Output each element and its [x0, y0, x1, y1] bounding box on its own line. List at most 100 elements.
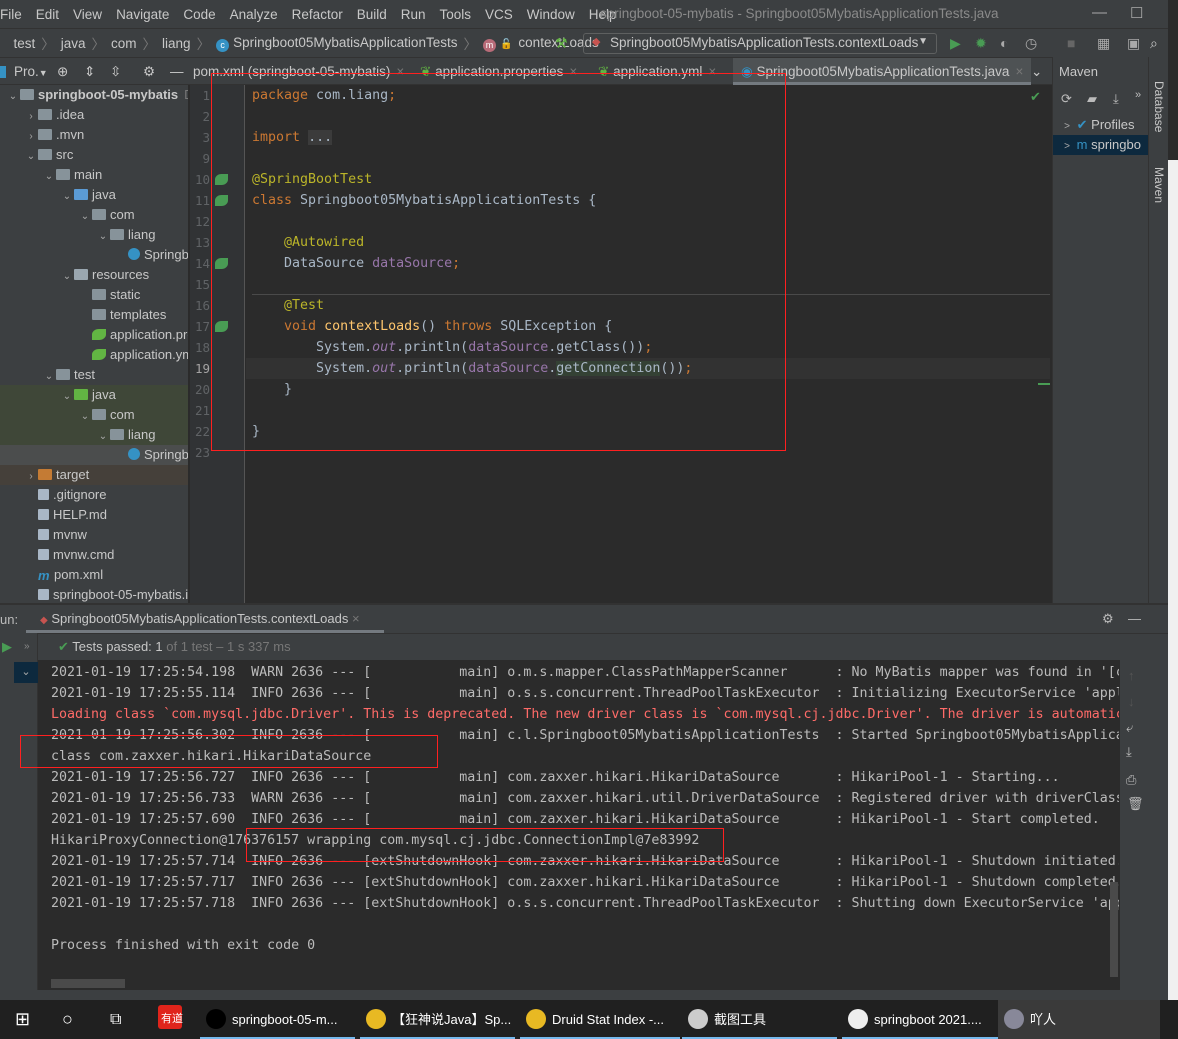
- database-tool-button[interactable]: Database: [1152, 81, 1166, 132]
- tree-item-java[interactable]: ⌄ java: [0, 185, 188, 205]
- editor-tab[interactable]: pom.xml (springboot-05-mybatis) ×: [193, 58, 404, 85]
- tree-item-springboot-05-mybatis[interactable]: ⌄ springboot-05-mybatis D:: [0, 85, 188, 105]
- autowired-bean-icon[interactable]: [215, 258, 228, 269]
- breadcrumb-item[interactable]: liang: [162, 36, 191, 51]
- tree-item-liang[interactable]: ⌄ liang: [0, 425, 188, 445]
- tree-item--idea[interactable]: › .idea: [0, 105, 188, 125]
- run-configuration-select[interactable]: ◆ Springboot05MybatisApplicationTests.co…: [583, 33, 937, 54]
- tree-item-mvnw[interactable]: mvnw: [0, 525, 188, 545]
- menu-tools[interactable]: Tools: [433, 7, 479, 22]
- more-icon[interactable]: »: [1135, 89, 1141, 101]
- console-horizontal-scrollbar[interactable]: [51, 979, 125, 988]
- menu-refactor[interactable]: Refactor: [285, 7, 350, 22]
- tree-item-mvnw-cmd[interactable]: mvnw.cmd: [0, 545, 188, 565]
- cortana-icon[interactable]: ○: [62, 1000, 73, 1039]
- coverage-icon[interactable]: ◐: [1000, 35, 1008, 51]
- editor-tab[interactable]: ◉ Springboot05MybatisApplicationTests.ja…: [733, 58, 1032, 85]
- hide-icon[interactable]: —: [170, 58, 184, 85]
- down-arrow-icon[interactable]: ↓: [1128, 694, 1135, 709]
- print-icon[interactable]: ⎙: [1126, 772, 1136, 788]
- menu-run[interactable]: Run: [394, 7, 433, 22]
- breadcrumb-item[interactable]: java: [61, 36, 86, 51]
- download-icon[interactable]: ⤓: [1113, 91, 1119, 107]
- tree-item-pom-xml[interactable]: m pom.xml: [0, 565, 188, 585]
- tree-item--gitignore[interactable]: .gitignore: [0, 485, 188, 505]
- tree-item-java[interactable]: ⌄ java: [0, 385, 188, 405]
- reload-icon[interactable]: ⟳: [1061, 91, 1072, 107]
- tree-item-static[interactable]: static: [0, 285, 188, 305]
- taskbar-item-youdao[interactable]: 有道: [152, 1000, 192, 1039]
- debug-icon[interactable]: ✹: [975, 35, 987, 52]
- console-vertical-scrollbar[interactable]: [1110, 882, 1118, 977]
- menu-analyze[interactable]: Analyze: [223, 7, 285, 22]
- menu-vcs[interactable]: VCS: [478, 7, 520, 22]
- tree-item--mvn[interactable]: › .mvn: [0, 125, 188, 145]
- tree-item-application-yml[interactable]: application.yml: [0, 345, 188, 365]
- spring-bean-icon[interactable]: [215, 174, 228, 185]
- minimize-button[interactable]: —: [1092, 4, 1107, 21]
- gear-icon[interactable]: ⚙: [143, 58, 155, 85]
- breadcrumb-item[interactable]: m 🔓 contextLoads: [482, 35, 599, 52]
- tree-item-help-md[interactable]: HELP.md: [0, 505, 188, 525]
- run-tab[interactable]: ◆ Springboot05MybatisApplicationTests.co…: [26, 605, 384, 633]
- breadcrumb-item[interactable]: c Springboot05MybatisApplicationTests: [216, 35, 457, 52]
- tree-item-springbo[interactable]: Springbo: [0, 245, 188, 265]
- close-tab-icon[interactable]: ×: [569, 64, 577, 79]
- soft-wrap-icon[interactable]: ⤶: [1126, 720, 1133, 736]
- maven-tool-button[interactable]: Maven: [1152, 167, 1166, 203]
- windows-start-icon[interactable]: ⊞: [15, 1000, 30, 1039]
- project-view-selector[interactable]: Pro.▼: [14, 58, 48, 85]
- tree-item-liang[interactable]: ⌄ liang: [0, 225, 188, 245]
- tree-item-springbo[interactable]: Springbo: [0, 445, 188, 465]
- editor-tab[interactable]: ❦ application.properties ×: [420, 58, 577, 85]
- task-view-icon[interactable]: ⧉: [110, 1000, 121, 1039]
- menu-navigate[interactable]: Navigate: [109, 7, 176, 22]
- rerun-icon[interactable]: ▶: [2, 639, 12, 655]
- menu-file[interactable]: File: [0, 7, 29, 22]
- menu-window[interactable]: Window: [520, 7, 582, 22]
- tree-item-templates[interactable]: templates: [0, 305, 188, 325]
- breadcrumb-item[interactable]: test: [14, 36, 36, 51]
- taskbar-item-intellij[interactable]: springboot-05-m...: [200, 1000, 355, 1039]
- tree-item-main[interactable]: ⌄ main: [0, 165, 188, 185]
- hide-icon[interactable]: —: [1128, 611, 1141, 626]
- tabs-dropdown-icon[interactable]: ⌄: [1031, 58, 1042, 85]
- code-editor[interactable]: 1 2 3 9 10 11 12 13 14 15 16 17 18 19 20 21 22 23 package…: [190, 85, 1050, 603]
- editor-tab[interactable]: ❦ application.yml ×: [598, 58, 716, 85]
- gear-icon[interactable]: ⚙: [1102, 611, 1114, 627]
- add-project-icon[interactable]: ▰: [1087, 91, 1097, 107]
- tree-item-src[interactable]: ⌄ src: [0, 145, 188, 165]
- run-test-icon[interactable]: [215, 195, 228, 206]
- locate-icon[interactable]: ⊕: [57, 58, 68, 85]
- tree-item-test[interactable]: ⌄ test: [0, 365, 188, 385]
- terminal-icon[interactable]: ▣: [1127, 35, 1140, 52]
- tree-item-com[interactable]: ⌄ com: [0, 205, 188, 225]
- scroll-to-end-icon[interactable]: ⤓: [1126, 744, 1132, 760]
- expand-all-icon[interactable]: ⇕: [84, 58, 95, 85]
- close-tab-icon[interactable]: ×: [1015, 64, 1023, 79]
- maximize-button[interactable]: ☐: [1130, 4, 1143, 22]
- tree-item-application-pro[interactable]: application.pro: [0, 325, 188, 345]
- taskbar-item-avatar[interactable]: 吖人: [998, 1000, 1160, 1039]
- tree-item-com[interactable]: ⌄ com: [0, 405, 188, 425]
- run-icon[interactable]: ▶: [950, 35, 961, 52]
- tree-item-target[interactable]: › target: [0, 465, 188, 485]
- breadcrumb-item[interactable]: com: [111, 36, 137, 51]
- taskbar-item-chrome[interactable]: Druid Stat Index -...: [520, 1000, 680, 1039]
- up-arrow-icon[interactable]: ↑: [1128, 668, 1135, 683]
- collapse-all-icon[interactable]: ⇳: [110, 58, 121, 85]
- search-icon[interactable]: ⌕: [1150, 35, 1158, 52]
- trash-icon[interactable]: 🗑: [1127, 796, 1144, 812]
- close-tab-icon[interactable]: ×: [708, 64, 716, 79]
- taskbar-item-chrome[interactable]: 【狂神说Java】Sp...: [360, 1000, 515, 1039]
- menu-code[interactable]: Code: [176, 7, 222, 22]
- project-structure-icon[interactable]: ▦: [1097, 35, 1110, 52]
- menu-edit[interactable]: Edit: [29, 7, 66, 22]
- taskbar-item-typora[interactable]: springboot 2021....: [842, 1000, 1002, 1039]
- build-icon[interactable]: ⚒: [555, 35, 568, 52]
- menu-build[interactable]: Build: [350, 7, 394, 22]
- maven-item-project[interactable]: > m springbo: [1053, 135, 1149, 155]
- taskbar-item-snipping[interactable]: 截图工具: [682, 1000, 837, 1039]
- tree-item-springboot-05-mybatis-i[interactable]: springboot-05-mybatis.i: [0, 585, 188, 603]
- stop-icon[interactable]: ■: [1067, 35, 1075, 51]
